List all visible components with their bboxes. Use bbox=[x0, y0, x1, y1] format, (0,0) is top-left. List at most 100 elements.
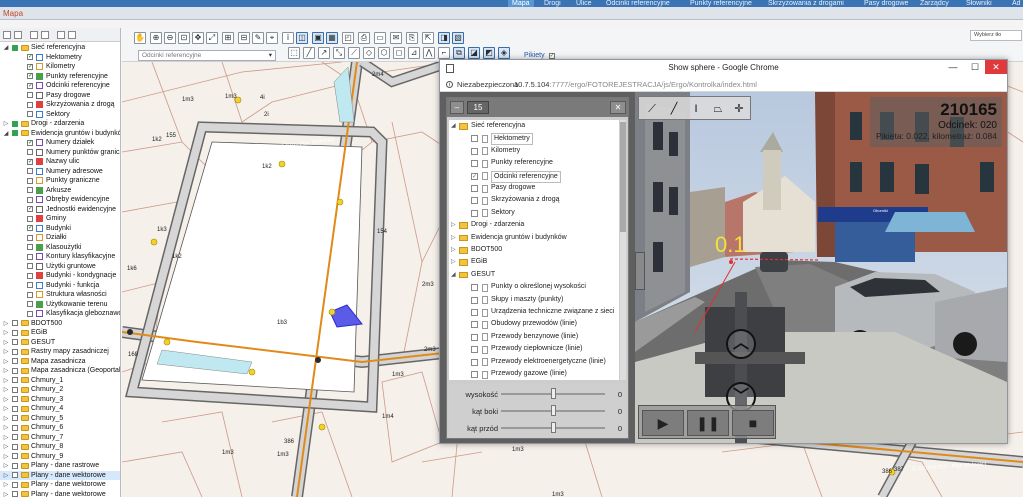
expand-toggle-icon[interactable]: ▷ bbox=[3, 454, 9, 460]
expand-toggle-icon[interactable]: ▷ bbox=[451, 244, 456, 256]
map-tool-icon[interactable]: ⅰ bbox=[282, 32, 294, 44]
layer-checkbox[interactable] bbox=[12, 396, 18, 402]
layer-checkbox[interactable] bbox=[471, 209, 478, 217]
layer-checkbox[interactable] bbox=[12, 453, 18, 459]
expand-toggle-icon[interactable]: ▷ bbox=[3, 473, 9, 479]
tree-item[interactable]: Sektory bbox=[0, 110, 120, 120]
tree-option-icon[interactable] bbox=[68, 31, 76, 39]
expand-toggle-icon[interactable]: ▷ bbox=[451, 232, 456, 244]
layer-checkbox[interactable] bbox=[471, 321, 478, 329]
map-tool-icon[interactable]: ▣ bbox=[312, 32, 324, 44]
tree-item[interactable]: ▷ Drogi - zdarzenia bbox=[0, 119, 120, 129]
layer-checkbox[interactable] bbox=[12, 320, 18, 326]
layer-checkbox[interactable] bbox=[12, 443, 18, 450]
layer-checkbox[interactable] bbox=[27, 168, 33, 174]
layer-checkbox[interactable] bbox=[27, 111, 33, 117]
expand-toggle-icon[interactable]: ▷ bbox=[3, 359, 9, 365]
layer-checkbox[interactable] bbox=[471, 135, 478, 143]
map-tool-icon[interactable]: ◨ bbox=[438, 32, 450, 44]
layer-checkbox[interactable] bbox=[12, 339, 18, 345]
tree-item[interactable]: Gminy bbox=[0, 214, 120, 224]
edit-tool-icon[interactable]: ⬚ bbox=[288, 47, 300, 59]
expand-toggle-icon[interactable]: ◢ bbox=[3, 131, 9, 137]
edit-tool-icon[interactable]: ◈ bbox=[498, 47, 510, 59]
tree-item[interactable]: ▷ Chmury_1 bbox=[0, 376, 120, 386]
tree-item[interactable]: Klasoużytki bbox=[0, 243, 120, 253]
expand-toggle-icon[interactable]: ▷ bbox=[451, 219, 456, 231]
background-select[interactable]: Wybierz tło bbox=[970, 30, 1022, 41]
sphere-layer-item[interactable]: ◢ GESUT bbox=[449, 269, 619, 281]
tree-item[interactable]: Klasyfikacja gleboznawcza bbox=[0, 309, 120, 319]
scrollbar[interactable] bbox=[620, 120, 626, 380]
nav-tab[interactable]: Mapa bbox=[508, 0, 534, 7]
minimize-button[interactable]: — bbox=[942, 60, 964, 74]
slider-handle[interactable] bbox=[551, 405, 556, 416]
sphere-layer-item[interactable]: Sektory bbox=[449, 207, 619, 219]
layer-checkbox[interactable]: ✓ bbox=[27, 82, 33, 89]
tree-option-icon[interactable] bbox=[41, 31, 49, 39]
map-tool-icon[interactable]: ◰ bbox=[342, 32, 354, 44]
layer-checkbox[interactable] bbox=[27, 282, 33, 288]
layer-checkbox[interactable]: ✓ bbox=[27, 63, 33, 70]
expand-toggle-icon[interactable]: ▷ bbox=[3, 425, 9, 431]
map-tool-icon[interactable]: ▭ bbox=[374, 32, 386, 44]
layer-checkbox[interactable]: ✓ bbox=[27, 73, 33, 79]
tree-item[interactable]: ▷ Rastry mapy zasadniczej bbox=[0, 347, 120, 357]
expand-toggle-icon[interactable]: ◢ bbox=[451, 269, 456, 281]
layer-checkbox[interactable]: ✓ bbox=[27, 206, 33, 212]
tree-item[interactable]: ◢ Ewidencja gruntów i budynków bbox=[0, 129, 120, 139]
layer-checkbox[interactable] bbox=[27, 263, 33, 269]
collapse-all-icon[interactable] bbox=[14, 31, 22, 39]
edit-tool-icon[interactable]: ⧉ bbox=[453, 47, 465, 59]
tree-item[interactable]: ▷ Plany - dane wektorowe bbox=[0, 480, 120, 490]
scrollbar-thumb[interactable] bbox=[620, 122, 626, 232]
expand-toggle-icon[interactable]: ▷ bbox=[3, 444, 9, 450]
sphere-layer-item[interactable]: Obudowy przewodów (linie) bbox=[449, 318, 619, 330]
tree-item[interactable]: ▷ EGiB bbox=[0, 328, 120, 338]
map-tool-icon[interactable]: ▧ bbox=[452, 32, 464, 44]
sphere-layer-item[interactable]: Przewody benzynowe (linie) bbox=[449, 331, 619, 343]
expand-toggle-icon[interactable]: ▷ bbox=[3, 378, 9, 384]
expand-toggle-icon[interactable]: ▷ bbox=[3, 349, 9, 355]
map-tool-icon[interactable]: ⇱ bbox=[422, 32, 434, 44]
layer-checkbox[interactable] bbox=[27, 92, 33, 98]
nav-tab[interactable]: Ad bbox=[1008, 0, 1023, 7]
sphere-layer-item[interactable]: Punkty referencyjne bbox=[449, 157, 619, 169]
tree-item[interactable]: Kontury klasyfikacyjne bbox=[0, 252, 120, 262]
edit-tool-icon[interactable]: ↗ bbox=[318, 47, 330, 59]
layer-checkbox[interactable] bbox=[471, 333, 478, 341]
expand-toggle-icon[interactable]: ▷ bbox=[3, 435, 9, 441]
sphere-layer-item[interactable]: Przewody elektroenergetyczne (linie) bbox=[449, 356, 619, 368]
sphere-layer-item[interactable]: ▷ BDOT500 bbox=[449, 244, 619, 256]
tree-item[interactable]: ▷ BDOT500 bbox=[0, 319, 120, 329]
sphere-layer-item[interactable]: ◢ Sieć referencyjna bbox=[449, 120, 619, 132]
expand-toggle-icon[interactable]: ◢ bbox=[451, 120, 456, 132]
layer-checkbox[interactable]: ✓ bbox=[471, 172, 478, 180]
expand-toggle-icon[interactable]: ▷ bbox=[3, 321, 9, 327]
tree-item[interactable]: ✓ Hektometry bbox=[0, 53, 120, 63]
expand-toggle-icon[interactable]: ▷ bbox=[3, 121, 9, 127]
pikiety-toggle[interactable]: Pikiety ✓ bbox=[524, 52, 555, 59]
expand-all-icon[interactable] bbox=[3, 31, 11, 39]
layer-checkbox[interactable] bbox=[27, 196, 33, 203]
nav-tab[interactable]: Odcinki referencyjne bbox=[602, 0, 674, 7]
tree-item[interactable]: ▷ Chmury_5 bbox=[0, 414, 120, 424]
layer-checkbox[interactable]: ✓ bbox=[27, 225, 33, 231]
measure-area-icon[interactable]: ⟋ bbox=[644, 101, 660, 117]
layer-checkbox[interactable] bbox=[12, 472, 18, 478]
map-tool-icon[interactable]: ⌖ bbox=[266, 32, 278, 44]
layer-checkbox[interactable] bbox=[12, 348, 18, 355]
collapse-panel-icon[interactable]: – bbox=[450, 101, 464, 114]
layer-checkbox[interactable] bbox=[27, 101, 33, 108]
nav-tab[interactable]: Drogi bbox=[540, 0, 565, 7]
layer-checkbox[interactable] bbox=[471, 284, 478, 292]
sphere-layer-item[interactable]: Kilometry bbox=[449, 145, 619, 157]
sphere-layer-item[interactable]: ▷ Drogi - zdarzenia bbox=[449, 219, 619, 231]
size-field[interactable]: 15 bbox=[467, 101, 489, 114]
map-tool-icon[interactable]: ✋ bbox=[134, 32, 146, 44]
tree-item[interactable]: Budynki - funkcja bbox=[0, 281, 120, 291]
sphere-layer-item[interactable]: ▷ Ewidencja gruntów i budynków bbox=[449, 232, 619, 244]
sphere-layer-item[interactable]: Urządzenia techniczne związane z sieci bbox=[449, 306, 619, 318]
measure-line-icon[interactable]: ╱ bbox=[666, 101, 682, 117]
layer-checkbox[interactable] bbox=[27, 149, 33, 155]
